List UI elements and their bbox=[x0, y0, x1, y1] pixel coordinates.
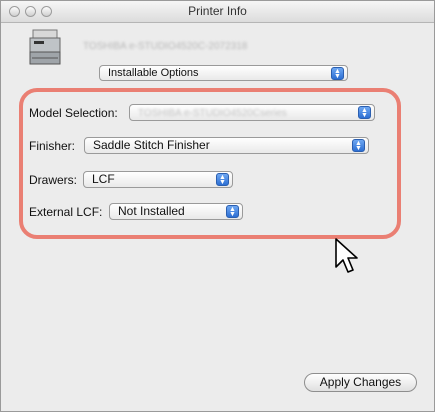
popup-arrows-icon: ▲ ▼ bbox=[216, 173, 229, 186]
model-selection-popup[interactable]: TOSHIBA e-STUDIO4520Cseries ▲ ▼ bbox=[129, 104, 375, 121]
external-lcf-popup[interactable]: Not Installed ▲ ▼ bbox=[109, 203, 243, 220]
external-lcf-label: External LCF: bbox=[29, 205, 103, 219]
drawers-label: Drawers: bbox=[29, 173, 78, 187]
popup-arrows-icon: ▲ ▼ bbox=[226, 205, 239, 218]
model-selection-label: Model Selection: bbox=[29, 106, 118, 120]
apply-changes-button[interactable]: Apply Changes bbox=[304, 373, 417, 392]
title-bar: Printer Info bbox=[1, 1, 434, 23]
popup-arrows-icon: ▲ ▼ bbox=[331, 67, 344, 80]
finisher-value: Saddle Stitch Finisher bbox=[93, 138, 210, 152]
finisher-label: Finisher: bbox=[29, 139, 76, 153]
window-title: Printer Info bbox=[188, 4, 247, 18]
drawers-value: LCF bbox=[92, 172, 115, 186]
printer-icon bbox=[29, 29, 61, 65]
mouse-cursor-icon bbox=[335, 238, 358, 273]
model-selection-value: TOSHIBA e-STUDIO4520Cseries bbox=[138, 108, 287, 119]
popup-arrows-icon: ▲ ▼ bbox=[358, 106, 371, 119]
drawers-popup[interactable]: LCF ▲ ▼ bbox=[83, 171, 233, 188]
printer-info-window: Printer Info TOSHIBA e-STUDIO4520C-20723… bbox=[0, 0, 435, 412]
finisher-popup[interactable]: Saddle Stitch Finisher ▲ ▼ bbox=[84, 137, 369, 154]
popup-arrows-icon: ▲ ▼ bbox=[352, 139, 365, 152]
section-popup[interactable]: Installable Options ▲ ▼ bbox=[99, 65, 348, 81]
printer-name: TOSHIBA e-STUDIO4520C-2072318 bbox=[83, 41, 248, 52]
external-lcf-value: Not Installed bbox=[118, 204, 185, 218]
section-popup-value: Installable Options bbox=[108, 67, 199, 79]
